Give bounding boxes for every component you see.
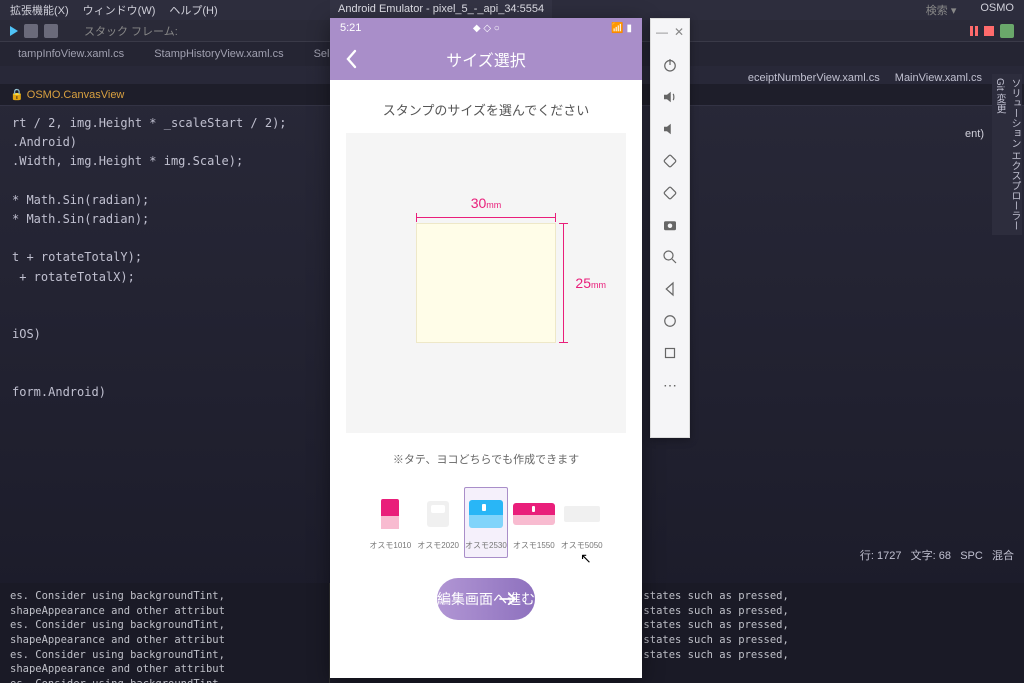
size-option-1010[interactable]: オスモ1010 [368,487,412,558]
size-label: オスモ2530 [465,540,507,551]
header-title: サイズ選択 [446,47,526,71]
nav-home-icon[interactable] [660,311,680,331]
status-icons-right: 📶 ▮ [611,23,632,34]
app-header: サイズ選択 [330,38,642,80]
pause-icon[interactable] [970,26,978,36]
size-option-5050[interactable]: オスモ5050 [560,487,604,558]
vs-search[interactable]: 検索 ▾ [926,2,957,18]
size-option-1550[interactable]: オスモ1550 [512,487,556,558]
stamp-thumb-icon [427,501,449,527]
output-left: es. Consider using backgroundTint, shape… [0,583,330,683]
event-label: ent) [965,128,984,140]
chevron-left-icon [344,49,358,69]
stamp-face [416,223,556,343]
android-status-bar: 5:21 ◆ ◇ ○ 📶 ▮ [330,18,642,38]
stop-icon[interactable] [984,26,994,36]
stamp-dimension-box: 30mm 25mm [416,223,556,343]
git-changes-tab[interactable]: Git 変更 [992,74,1007,235]
back-button[interactable] [338,46,364,72]
emulator-toolbar: — ✕ ⋯ [650,18,690,438]
stamp-thumb-icon [381,499,399,529]
restart-icon[interactable] [1000,24,1014,38]
size-option-2530[interactable]: オスモ2530 [464,487,508,558]
vs-solution-label: OSMO [980,2,1014,18]
power-icon[interactable] [660,55,680,75]
app-body: スタンプのサイズを選んでください 30mm 25mm ※タテ、ヨコどちらでも作成… [330,80,642,678]
stamp-thumb-icon [513,503,555,525]
zoom-icon[interactable] [660,247,680,267]
more-icon[interactable]: ⋯ [660,375,680,395]
vs-side-panels: ソリューション エクスプローラー Git 変更 [1008,70,1022,239]
orientation-note: ※タテ、ヨコどちらでも作成できます [393,433,579,477]
size-label: オスモ1010 [369,540,411,551]
nav-overview-icon[interactable] [660,343,680,363]
arrow-right-icon [497,588,519,610]
proceed-button[interactable]: 編集画面へ進む [437,578,535,620]
size-label: オスモ5050 [561,540,603,551]
camera-icon[interactable] [660,215,680,235]
vs-menu-item[interactable]: 拡張機能(X) [10,2,69,18]
stamp-preview: 30mm 25mm [346,133,626,433]
size-options: オスモ1010 オスモ2020 オスモ2530 オスモ1550 オスモ5050 [360,477,611,564]
editor-tab[interactable]: tampInfoView.xaml.cs [4,44,138,64]
nav-back-icon[interactable] [660,279,680,299]
vs-menu-item[interactable]: ヘルプ(H) [169,2,217,18]
stack-frame-label: スタック フレーム: [84,23,178,39]
vs-menu-item[interactable]: ウィンドウ(W) [83,2,156,18]
stamp-thumb-icon [469,500,503,528]
proceed-button-label: 編集画面へ進む [437,589,535,609]
continue-icon[interactable] [10,26,18,36]
vs-right-tabs: eceiptNumberView.xaml.cs MainView.xaml.c… [748,72,994,84]
volume-up-icon[interactable] [660,87,680,107]
width-label: 30mm [416,195,556,211]
height-dim-line [563,223,564,343]
close-icon[interactable]: ✕ [674,25,684,39]
rotate-left-icon[interactable] [660,151,680,171]
editor-tab[interactable]: StampHistoryView.xaml.cs [140,44,297,64]
editor-tab[interactable]: MainView.xaml.cs [895,72,982,84]
stamp-thumb-icon [564,506,600,522]
size-option-2020[interactable]: オスモ2020 [416,487,460,558]
editor-tab[interactable]: eceiptNumberView.xaml.cs [748,72,880,84]
rotate-right-icon[interactable] [660,183,680,203]
vs-status-bar: 行: 1727 文字: 68 SPC 混合 [860,547,1014,563]
android-emulator: 5:21 ◆ ◇ ○ 📶 ▮ サイズ選択 スタンプのサイズを選んでください 30… [330,18,642,678]
status-time: 5:21 [340,22,361,34]
step-icon[interactable] [44,24,58,38]
emulator-window-title: Android Emulator - pixel_5_-_api_34:5554 [330,0,552,18]
minimize-icon[interactable]: — [656,25,668,39]
instruction-text: スタンプのサイズを選んでください [383,80,590,133]
height-label: 25mm [575,275,606,291]
status-icons: ◆ ◇ ○ [473,23,500,34]
size-label: オスモ2020 [417,540,459,551]
solution-explorer-tab[interactable]: ソリューション エクスプローラー [1007,74,1022,235]
width-dim-line [416,217,556,218]
step-icon[interactable] [24,24,38,38]
size-label: オスモ1550 [513,540,555,551]
volume-down-icon[interactable] [660,119,680,139]
